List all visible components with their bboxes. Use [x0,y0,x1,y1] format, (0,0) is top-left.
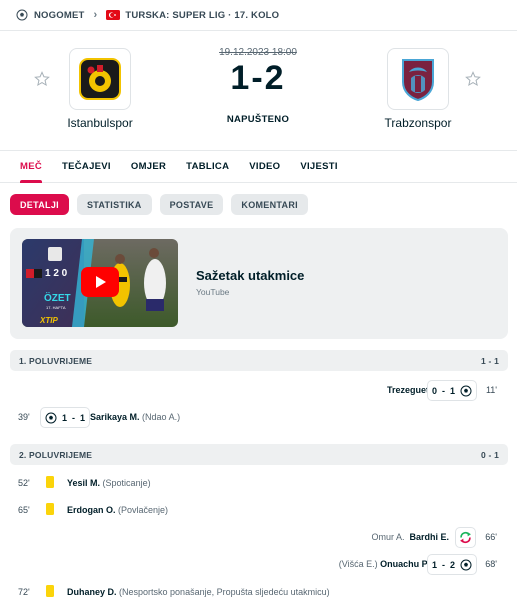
match-score: 1-2 [183,59,333,98]
goal-ball-icon [460,385,472,396]
player-name[interactable]: Sarikaya M. [90,412,140,422]
incident-row: 52' Yesil M. (Spoticanje) [0,473,517,495]
substitution-in[interactable]: Bardhi E. [409,532,449,542]
goal-score-away: 2 [449,559,455,570]
away-score: 2 [264,59,286,97]
incident-row: Trezeguet 0 - 1 11' [0,380,517,402]
turkey-flag-icon [106,10,121,20]
yellow-card-icon [46,476,54,488]
highlights-video-card[interactable]: 1 2 0 ÖZET 17. HAFTA XTIP Sažetak utakmi… [10,228,508,339]
away-team-name[interactable]: Trabzonspor [353,116,483,130]
score-dash: - [441,559,445,570]
istanbulspor-crest-icon [79,58,121,100]
thumb-brand: XTIP [39,316,58,325]
breadcrumb: NOGOMET › TURSKA: SUPER LIG · 17. KOLO [0,0,517,30]
incident-row: 72' Duhaney D. (Nesportsko ponašanje, Pr… [0,582,517,604]
tab-match[interactable]: MEČ [10,151,52,183]
incident-minute: 65' [18,505,30,515]
thumb-sub: 17. HAFTA [46,305,66,310]
subtab-lineups[interactable]: POSTAVE [159,194,224,215]
home-score: 1 [230,59,252,97]
play-icon[interactable] [81,267,119,297]
score-dash: - [441,385,445,396]
assist-name: (Ndao A.) [142,412,181,422]
home-team-name[interactable]: Istanbulspor [35,116,165,130]
incident-minute: 39' [18,412,30,422]
incident-minute: 11' [485,385,497,395]
chevron-right-icon: › [93,9,98,21]
goal-score-box: 1 - 1 [40,407,91,428]
substitution-icon [460,531,471,544]
tab-odds[interactable]: TEČAJEVI [52,151,121,182]
thumb-word: ÖZET [44,291,71,304]
score-dash: - [72,412,76,423]
player-name[interactable]: Yesil M. [67,478,100,488]
goal-ball-icon [45,412,57,423]
player-name[interactable]: Duhaney D. [67,587,117,597]
video-source: YouTube [196,287,230,297]
away-team-logo[interactable] [387,48,449,110]
yellow-card-icon [46,503,54,515]
assist-name: (Višća E.) [338,559,378,569]
goal-score-home: 1 [62,412,68,423]
goal-score-home: 1 [431,559,437,570]
match-tabs: MEČ TEČAJEVI OMJER TABLICA VIDEO VIJESTI [0,150,517,183]
period-score: 0 - 1 [480,449,499,460]
score-separator: - [251,59,265,97]
incident-minute: 68' [485,559,497,569]
detail-subtabs: DETALJI STATISTIKA POSTAVE KOMENTARI [10,194,308,215]
incident-row: (Višća E.) Onuachu P. 1 - 2 68' [0,554,517,576]
yellow-card-icon [46,585,54,597]
card-reason: (Povlačenje) [118,505,169,515]
incident-row: 39' 1 - 1 Sarikaya M. (Ndao A.) [0,407,517,429]
incident-row: Omur A. Bardhi E. 66' [0,527,517,549]
match-header: Istanbulspor 19.12.2023 18:00 1-2 NAPUŠT… [0,30,517,150]
goal-ball-icon [460,559,472,570]
period-label: 1. POLUVRIJEME [19,355,93,366]
home-team-logo[interactable] [69,48,131,110]
incident-minute: 66' [485,532,497,542]
football-icon [16,9,28,21]
goal-score-home: 0 [431,385,437,396]
tab-h2h[interactable]: OMJER [121,151,176,182]
match-datetime: 19.12.2023 18:00 [219,47,297,58]
tab-standings[interactable]: TABLICA [176,151,239,182]
goal-score-box: 1 - 2 [426,554,477,575]
player-name[interactable]: Onuachu P. [380,559,429,569]
tab-video[interactable]: VIDEO [239,151,290,182]
goal-score-away: 1 [80,412,86,423]
incident-row: 65' Erdogan O. (Povlačenje) [0,500,517,522]
video-title[interactable]: Sažetak utakmice [196,268,304,283]
tab-news[interactable]: VIJESTI [290,151,347,182]
subtab-details[interactable]: DETALJI [10,194,69,215]
favorite-star-icon[interactable] [34,71,50,87]
player-name[interactable]: Erdogan O. [67,505,116,515]
period-header: 2. POLUVRIJEME 0 - 1 [10,444,508,465]
period-header: 1. POLUVRIJEME 1 - 1 [10,350,508,371]
match-status: NAPUŠTENO [226,114,290,125]
subtab-statistics[interactable]: STATISTIKA [76,194,152,215]
trabzonspor-crest-icon [402,59,434,102]
substitution-box [455,527,476,548]
video-thumbnail[interactable]: 1 2 0 ÖZET 17. HAFTA XTIP [22,239,178,327]
incident-minute: 52' [18,478,30,488]
favorite-star-icon[interactable] [465,71,481,87]
breadcrumb-competition[interactable]: TURSKA: SUPER LIG · 17. KOLO [125,10,279,21]
subtab-commentary[interactable]: KOMENTARI [231,194,308,215]
goal-score-box: 0 - 1 [426,380,477,401]
incident-minute: 72' [18,587,30,597]
goal-score-away: 1 [449,385,455,396]
thumb-score: 1 2 0 [45,268,68,279]
player-name[interactable]: Trezeguet [387,385,429,395]
period-score: 1 - 1 [480,355,499,366]
card-reason: (Nesportsko ponašanje, Propušta sljedeću… [119,587,330,597]
period-label: 2. POLUVRIJEME [19,449,93,460]
card-reason: (Spoticanje) [102,478,151,488]
substitution-out[interactable]: Omur A. [371,532,404,542]
breadcrumb-sport[interactable]: NOGOMET [34,10,84,21]
